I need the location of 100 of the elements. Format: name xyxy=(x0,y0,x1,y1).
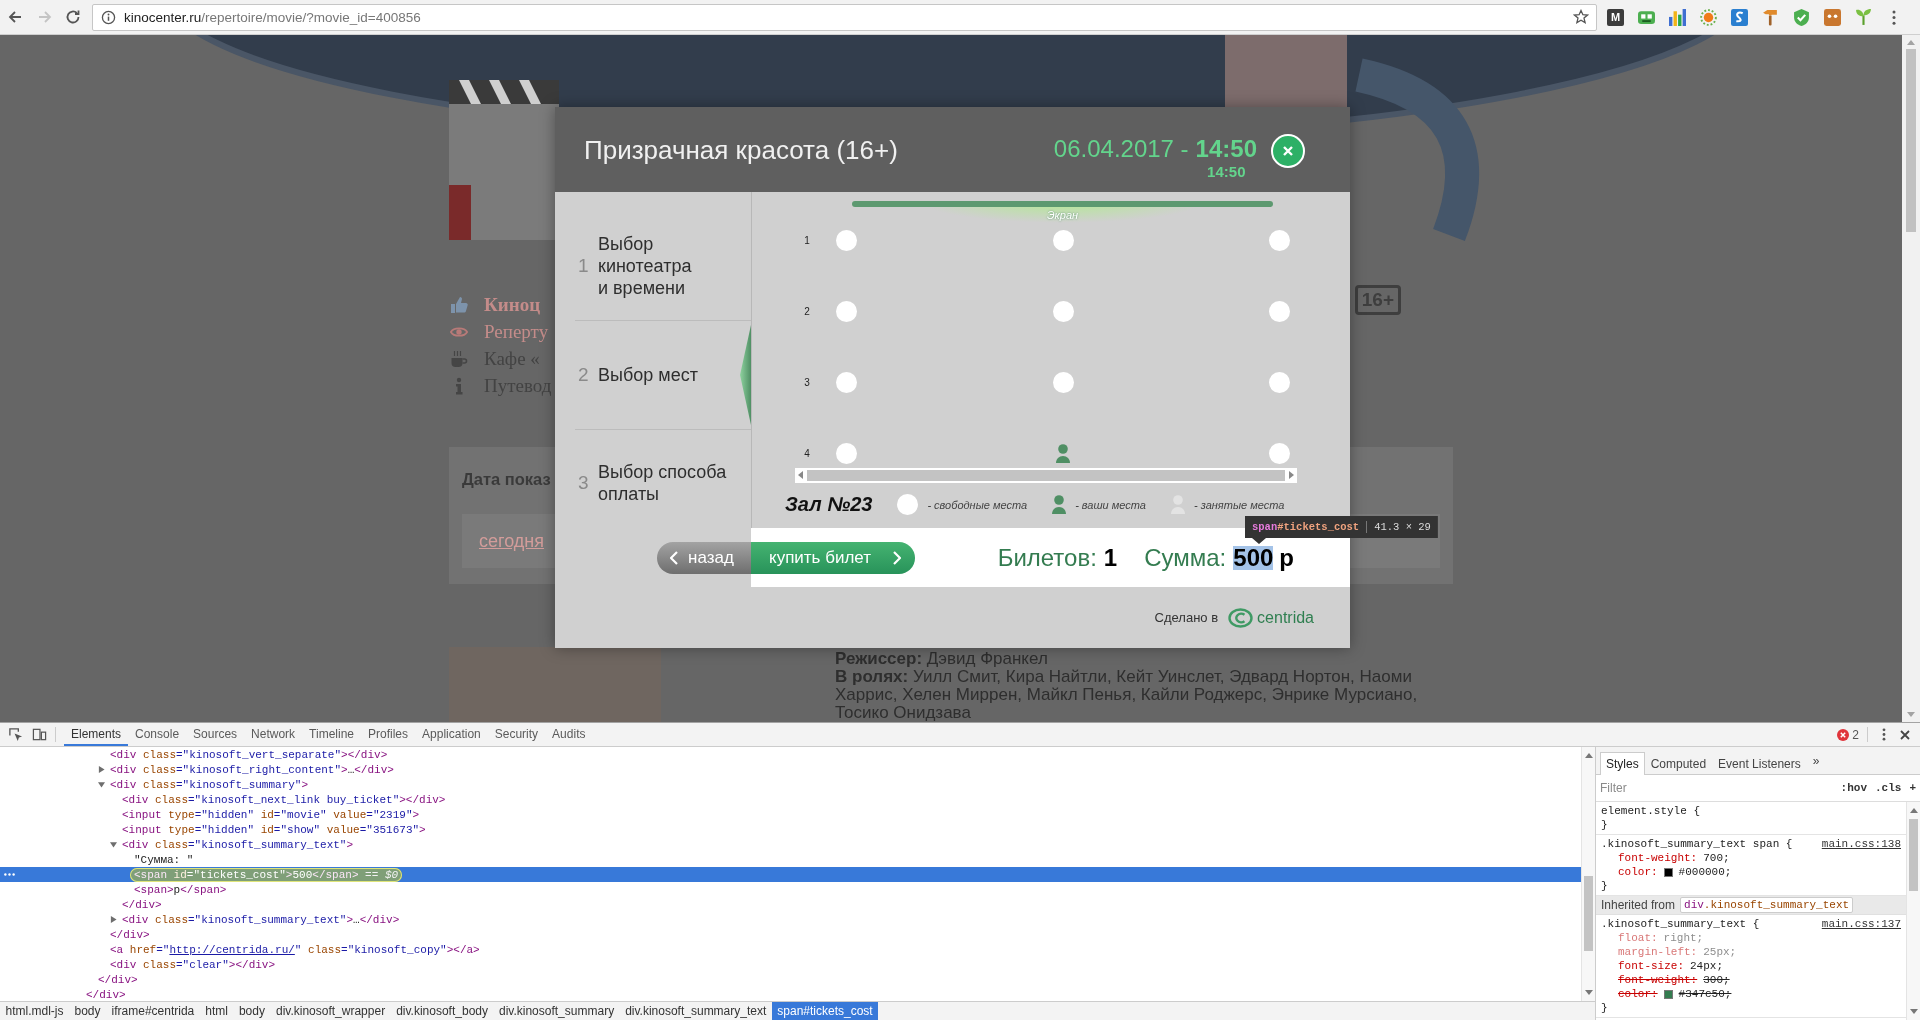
scroll-down-arrow-icon[interactable] xyxy=(1909,1009,1918,1014)
logo-icon[interactable] xyxy=(1228,607,1254,628)
scroll-left-arrow-icon[interactable] xyxy=(798,471,803,479)
page-scrollbar[interactable] xyxy=(1902,35,1920,722)
bar-chart-icon[interactable] xyxy=(1669,8,1686,26)
dom-node[interactable]: <div class="kinosoft_summary_text"> xyxy=(122,837,354,852)
sprout-icon[interactable] xyxy=(1855,8,1872,26)
elements-scrollbar[interactable] xyxy=(1581,747,1595,1001)
toolbar-button[interactable]: :hov xyxy=(1840,782,1867,794)
scrollbar-thumb[interactable] xyxy=(1906,49,1916,232)
dom-node[interactable]: <input type="hidden" id="movie" value="2319"> xyxy=(122,807,420,822)
scroll-right-arrow-icon[interactable] xyxy=(1289,471,1294,479)
tab[interactable]: Application xyxy=(415,723,488,746)
tab[interactable]: Profiles xyxy=(361,723,416,746)
filter-field[interactable]: Filter xyxy=(1600,779,1833,797)
scroll-down-arrow-icon[interactable] xyxy=(1584,990,1593,995)
horizontal-scrollbar[interactable] xyxy=(795,467,1297,483)
disclosure-triangle-icon[interactable] xyxy=(98,781,105,788)
tab[interactable]: Elements xyxy=(64,723,129,746)
scroll-up-arrow-icon[interactable] xyxy=(1584,753,1593,758)
dom-node[interactable]: <div class="clear"></div> xyxy=(110,957,276,972)
breadcrumb[interactable]: div.kinosoft_summary_text xyxy=(619,1002,772,1020)
css-property-name[interactable]: font-weight: xyxy=(1618,973,1698,987)
back-arrow-icon[interactable] xyxy=(7,9,23,25)
css-property-name[interactable]: font-size: xyxy=(1618,959,1684,973)
tab[interactable]: Network xyxy=(244,723,303,746)
dom-node[interactable]: <span>р</span> xyxy=(134,882,227,897)
device-icon[interactable] xyxy=(32,727,47,742)
close-icon[interactable] xyxy=(1900,729,1910,740)
menu-icon[interactable] xyxy=(1892,9,1896,25)
inspect-icon[interactable] xyxy=(8,727,23,742)
person-icon[interactable] xyxy=(1056,443,1070,463)
tab[interactable]: Console xyxy=(128,723,187,746)
css-property-name[interactable]: font-weight: xyxy=(1618,851,1698,865)
breadcrumb[interactable]: div.kinosoft_wrapper xyxy=(270,1002,391,1020)
back-button[interactable]: назад xyxy=(657,541,751,574)
disclosure-triangle-icon[interactable] xyxy=(110,841,117,848)
css-property-value[interactable]: 300; xyxy=(1703,973,1730,987)
breadcrumb[interactable]: body xyxy=(233,1002,271,1020)
tab[interactable]: Audits xyxy=(545,723,593,746)
reload-icon[interactable] xyxy=(65,9,81,25)
robot-icon[interactable] xyxy=(1638,8,1655,26)
inherited-element-link[interactable]: div.kinosoft_summary_text xyxy=(1680,897,1854,913)
dom-node[interactable]: <div class="kinosoft_summary"> xyxy=(110,777,309,792)
dom-node[interactable]: <div class="kinosoft_summary_text">…</div> xyxy=(122,912,400,927)
breadcrumb[interactable]: body xyxy=(69,1002,107,1020)
breadcrumb[interactable]: iframe#centrida xyxy=(106,1002,200,1020)
disclosure-triangle-icon[interactable] xyxy=(110,916,117,923)
dom-node[interactable]: <input type="hidden" id="show" value="351673"> xyxy=(122,822,426,837)
color-swatch-icon[interactable] xyxy=(1663,989,1673,999)
square-icon[interactable] xyxy=(1824,8,1841,26)
info-icon[interactable] xyxy=(101,9,116,25)
css-property-value[interactable]: #000000; xyxy=(1678,865,1732,879)
sun-icon[interactable] xyxy=(1700,8,1717,26)
more-tabs-button[interactable]: » xyxy=(1806,753,1826,768)
tab[interactable]: Sources xyxy=(186,723,245,746)
close-button[interactable] xyxy=(1271,134,1305,168)
css-property-name[interactable]: color: xyxy=(1618,987,1658,1001)
address-bar[interactable]: kinocenter.ru/repertoire/movie/?movie_id=400856 xyxy=(92,3,1597,31)
dom-node[interactable]: <div class="kinosoft_next_link buy_ticket"></div> xyxy=(122,792,446,807)
scroll-up-arrow-icon[interactable] xyxy=(1907,40,1915,45)
error-icon[interactable] xyxy=(1837,728,1850,741)
tab[interactable]: Styles xyxy=(1600,752,1645,775)
shield-check-icon[interactable] xyxy=(1793,8,1810,26)
tab[interactable]: Security xyxy=(487,723,546,746)
link[interactable]: http://centrida.ru/ xyxy=(169,943,295,956)
dom-node[interactable]: <div class="kinosoft_right_content">…</div> xyxy=(110,762,394,777)
css-property-value[interactable]: 700; xyxy=(1703,851,1730,865)
styles-scrollbar[interactable] xyxy=(1906,802,1920,1020)
scrollbar-thumb[interactable] xyxy=(1584,876,1593,951)
source-link[interactable]: main.css:138 xyxy=(1821,837,1901,851)
dom-node[interactable]: <a href="http://centrida.ru/" class="kinosoft_copy"></a> xyxy=(110,942,480,957)
breadcrumb[interactable]: div.kinosoft_body xyxy=(390,1002,494,1020)
css-property-value[interactable]: 24px; xyxy=(1690,959,1724,973)
scrollbar-thumb[interactable] xyxy=(807,469,1285,481)
color-swatch-icon[interactable] xyxy=(1663,867,1673,877)
star-icon[interactable] xyxy=(1573,9,1589,25)
disclosure-triangle-icon[interactable] xyxy=(98,766,105,773)
css-property-name[interactable]: color: xyxy=(1618,865,1658,879)
hammer-icon[interactable] xyxy=(1762,8,1779,26)
dom-node[interactable]: </div> xyxy=(98,972,138,987)
css-property-value[interactable]: 25px; xyxy=(1703,945,1737,959)
dom-node[interactable]: </div> xyxy=(86,987,126,1001)
breadcrumb[interactable]: html xyxy=(199,1002,234,1020)
tab[interactable]: Timeline xyxy=(302,723,361,746)
css-property-value[interactable]: #347c50; xyxy=(1678,987,1732,1001)
tab[interactable]: Event Listeners xyxy=(1712,752,1807,774)
error-count[interactable]: 2 xyxy=(1852,727,1859,742)
scrollbar-thumb[interactable] xyxy=(1909,819,1918,891)
source-link[interactable]: main.css:137 xyxy=(1821,917,1901,931)
breadcrumb[interactable]: html.mdl-js xyxy=(0,1002,69,1020)
toolbar-button[interactable]: + xyxy=(1909,782,1916,794)
dom-node[interactable]: "Сумма: " xyxy=(134,852,194,867)
toolbar-button[interactable]: .cls xyxy=(1875,782,1902,794)
menu-icon[interactable] xyxy=(1882,728,1886,741)
dom-node[interactable]: </div> xyxy=(122,897,162,912)
scroll-down-arrow-icon[interactable] xyxy=(1907,712,1915,717)
tile-icon[interactable] xyxy=(1731,8,1748,26)
dom-node[interactable]: <div class="kinosoft_vert_separate"></div> xyxy=(110,747,388,762)
dom-node[interactable]: </div> xyxy=(110,927,150,942)
